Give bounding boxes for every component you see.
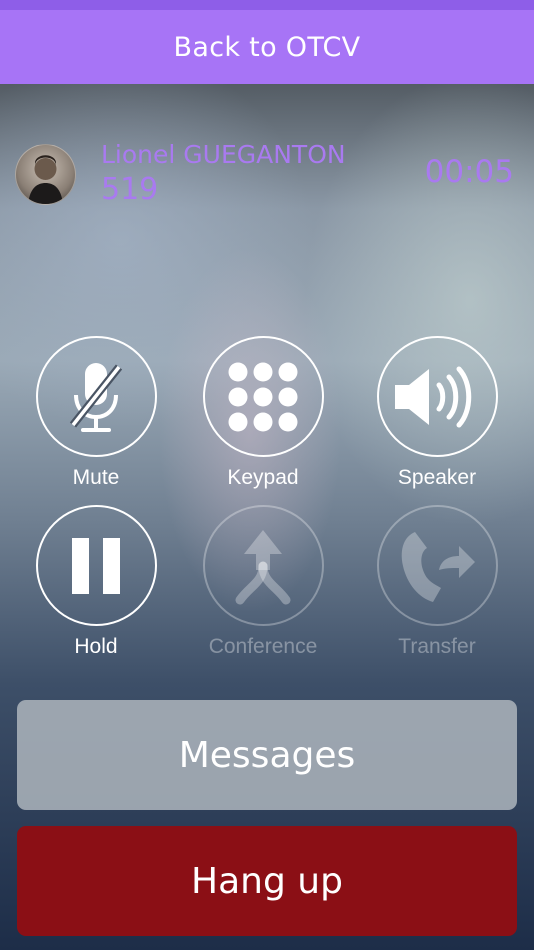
conference-button[interactable] — [202, 505, 324, 626]
call-timer: 00:05 — [424, 154, 514, 190]
keypad-control[interactable]: Keypad — [183, 336, 343, 490]
muted-microphone-icon — [69, 362, 123, 432]
hold-label: Hold — [74, 635, 118, 658]
phone-forward-icon — [401, 531, 475, 602]
caller-avatar — [15, 144, 76, 205]
status-strip — [0, 0, 534, 10]
pause-icon — [72, 537, 120, 594]
keypad-button[interactable] — [202, 336, 324, 457]
hang-up-button[interactable]: Hang up — [17, 826, 517, 936]
transfer-button[interactable] — [376, 505, 498, 626]
keypad-icon — [228, 362, 298, 431]
transfer-label: Transfer — [398, 635, 476, 658]
mute-button[interactable] — [35, 336, 157, 457]
speaker-button[interactable] — [376, 336, 498, 457]
merge-arrow-icon — [235, 529, 291, 604]
conference-label: Conference — [208, 635, 318, 658]
hang-up-label: Hang up — [191, 860, 343, 902]
speaker-label: Speaker — [397, 466, 477, 489]
caller-name: Lionel GUEGANTON — [101, 140, 346, 169]
hold-control[interactable]: Hold — [16, 505, 176, 659]
mute-label: Mute — [72, 466, 120, 489]
hold-button[interactable] — [35, 505, 157, 626]
transfer-control[interactable]: Transfer — [357, 505, 517, 659]
caller-number: 519 — [101, 172, 159, 207]
speaker-control[interactable]: Speaker — [357, 336, 517, 490]
messages-label: Messages — [178, 734, 356, 776]
speaker-icon — [395, 366, 472, 427]
mute-control[interactable]: Mute — [16, 336, 176, 490]
messages-button[interactable]: Messages — [17, 700, 517, 810]
conference-control[interactable]: Conference — [183, 505, 343, 659]
keypad-label: Keypad — [227, 466, 299, 489]
back-to-app-label: Back to OTCV — [173, 31, 361, 63]
back-to-app-button[interactable]: Back to OTCV — [0, 10, 534, 84]
